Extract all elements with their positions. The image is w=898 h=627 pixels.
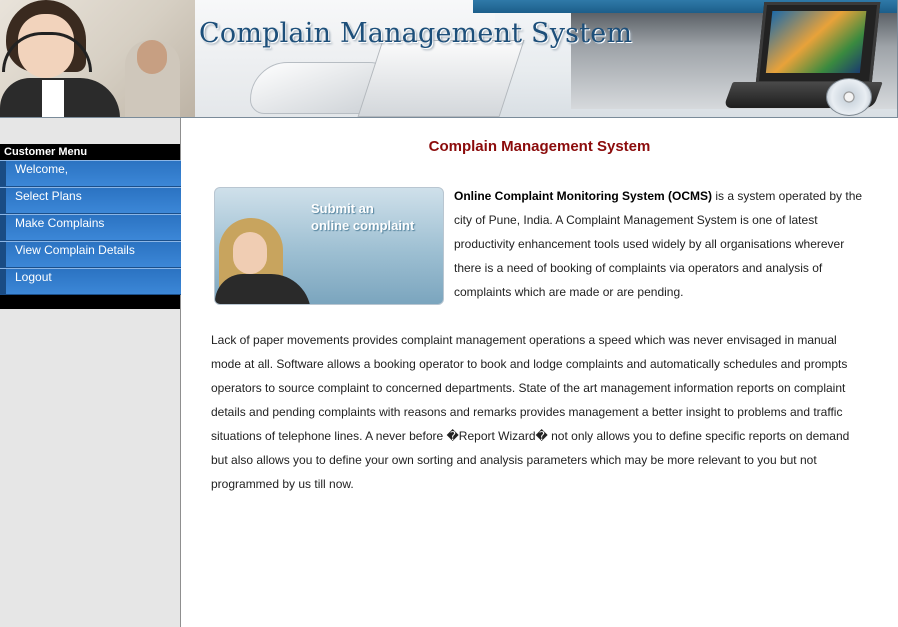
menu-item-label: Welcome, (15, 162, 69, 176)
page-title: Complain Management System (428, 138, 651, 155)
header-banner: Complain Management System (0, 0, 898, 118)
menu-item-logout[interactable]: Logout (0, 268, 181, 295)
banner-title: Complain Management System (199, 18, 633, 49)
intro-bold-text: Online Complaint Monitoring System (OCMS… (454, 189, 712, 203)
call-center-agent-image (0, 0, 195, 117)
customer-menu-header: Customer Menu (0, 144, 180, 160)
promo-image-text: Submit an online complaint (311, 200, 414, 234)
menu-bullet (0, 269, 6, 294)
menu-item-welcome[interactable]: Welcome, (0, 160, 181, 187)
menu-item-label: Logout (15, 270, 52, 284)
intro-text: is a system operated by the city of Pune… (454, 189, 863, 299)
menu-item-label: View Complain Details (15, 243, 135, 257)
menu-bullet (0, 215, 6, 240)
cd-disc-icon (826, 78, 872, 116)
menu-item-make-complains[interactable]: Make Complains (0, 214, 181, 241)
keyboard-graphic (357, 40, 525, 117)
menu-bullet (0, 242, 6, 267)
promo-line-2: online complaint (311, 218, 415, 233)
menu-bullet (0, 188, 6, 213)
main-content: Complain Management System Submit an onl… (181, 118, 898, 627)
menu-item-view-complain-details[interactable]: View Complain Details (0, 241, 181, 268)
laptop-icon (755, 2, 881, 84)
submit-online-complaint-image: Submit an online complaint (214, 187, 444, 305)
menu-bullet (0, 161, 6, 186)
menu-item-label: Make Complains (15, 216, 105, 230)
customer-menu: Welcome, Select Plans Make Complains Vie… (0, 160, 181, 295)
promo-line-1: Submit an (311, 201, 374, 216)
body-paragraph: Lack of paper movements provides complai… (211, 333, 850, 491)
menu-item-label: Select Plans (15, 189, 82, 203)
menu-item-select-plans[interactable]: Select Plans (0, 187, 181, 214)
intro-paragraph: Online Complaint Monitoring System (OCMS… (454, 184, 874, 304)
menu-footer-bar (0, 295, 180, 309)
sidebar: Customer Menu Welcome, Select Plans Make… (0, 118, 181, 627)
